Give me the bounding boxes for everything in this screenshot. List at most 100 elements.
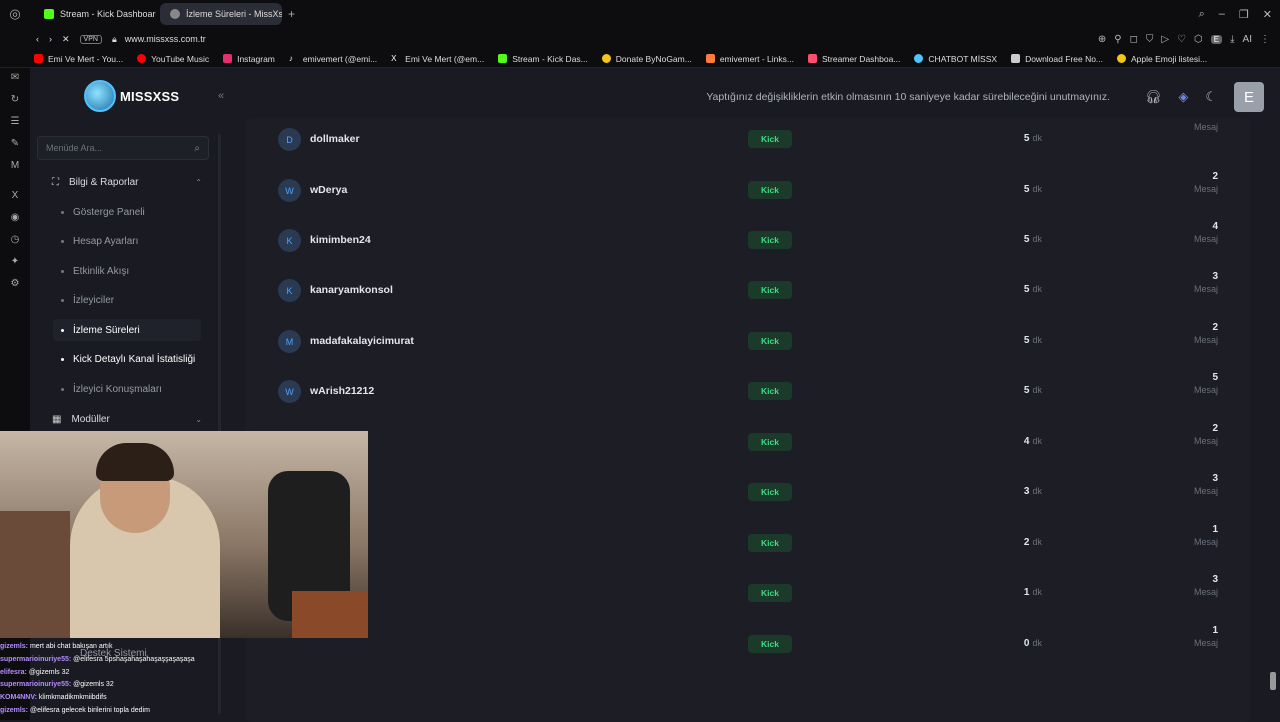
restore-icon[interactable]: ❐ bbox=[1239, 8, 1249, 21]
heart-icon[interactable]: ♡ bbox=[1177, 34, 1186, 45]
bullet-icon bbox=[61, 387, 64, 391]
sidebar-item-activity-feed[interactable]: Etkinlik Akışı bbox=[61, 260, 201, 282]
viewer-avatar: M bbox=[278, 330, 301, 353]
watch-duration: 4 dk bbox=[1006, 436, 1042, 447]
tab-kick-dashboard[interactable]: Stream - Kick Dashboard bbox=[34, 3, 156, 25]
new-tab-icon[interactable]: + bbox=[288, 7, 295, 21]
sidebar-item-account-settings[interactable]: Hesap Ayarları bbox=[61, 230, 201, 252]
message-value: 2 bbox=[1212, 322, 1218, 333]
x-icon: X bbox=[391, 54, 397, 63]
sidebar-item-dashboard[interactable]: Gösterge Paneli bbox=[61, 201, 201, 223]
download-site-icon bbox=[1011, 54, 1021, 63]
platform-badge: Kick bbox=[748, 635, 792, 653]
profile-e-icon[interactable]: E bbox=[1210, 34, 1223, 44]
play-icon[interactable]: ▷ bbox=[1161, 34, 1169, 45]
message-value: 3 bbox=[1212, 574, 1218, 585]
bookmark-item[interactable]: ♪ emivemert (@emi... bbox=[289, 54, 377, 64]
platform-badge: Kick bbox=[748, 584, 792, 602]
pin-icon[interactable]: ⚲ bbox=[1114, 34, 1121, 45]
puzzle-icon[interactable]: ✦ bbox=[11, 256, 19, 267]
close-window-icon[interactable]: ✕ bbox=[1263, 8, 1272, 21]
shield-icon[interactable]: ⛉ bbox=[1146, 34, 1154, 45]
record-icon[interactable]: ◉ bbox=[11, 212, 20, 223]
download-icon[interactable]: ⤓ bbox=[1230, 34, 1234, 45]
extensions-icon[interactable]: ⬡ bbox=[1194, 34, 1203, 45]
bookmark-item[interactable]: X Emi Ve Mert (@em... bbox=[391, 54, 484, 64]
chat-line: supermarioinuriye55: @elifesra 5pshaşaha… bbox=[0, 655, 195, 663]
ai-button[interactable]: AI bbox=[1243, 34, 1252, 45]
bookmark-item[interactable]: YouTube Music bbox=[137, 54, 209, 64]
duration-value: 5 bbox=[1023, 133, 1030, 144]
table-row: Mmadafakalayicimurat Kick 5 dk 2 Mesaj bbox=[246, 322, 1250, 377]
url-field[interactable]: www.missxss.com.tr bbox=[125, 34, 206, 44]
bookmark-item[interactable]: Download Free No... bbox=[1011, 54, 1103, 64]
bookmark-item[interactable]: Stream - Kick Das... bbox=[498, 54, 588, 64]
viewer-avatar: K bbox=[278, 229, 301, 252]
viewer-name: kanaryamkonsol bbox=[310, 284, 393, 296]
message-unit: Mesaj bbox=[1193, 486, 1218, 496]
bookmark-item[interactable]: Emi Ve Mert - You... bbox=[34, 54, 123, 64]
duration-value: 4 bbox=[1023, 436, 1030, 447]
vpn-badge[interactable]: VPN bbox=[79, 34, 102, 44]
more-icon[interactable]: ⋮ bbox=[1260, 34, 1270, 45]
duration-unit: dk bbox=[1032, 436, 1042, 446]
platform-badge: Kick bbox=[748, 433, 792, 451]
refresh-icon[interactable]: ↻ bbox=[11, 94, 19, 105]
reader-icon[interactable]: ☰ bbox=[11, 116, 20, 127]
discord-icon[interactable]: ◈ bbox=[1178, 89, 1188, 105]
mail-icon[interactable]: ✉ bbox=[11, 72, 19, 83]
x-icon[interactable]: X bbox=[12, 190, 19, 201]
logo[interactable]: MISSXSS bbox=[84, 80, 179, 112]
message-count: 1 Mesaj bbox=[1166, 524, 1218, 547]
m-icon[interactable]: M bbox=[11, 160, 19, 171]
headset-icon[interactable]: 🎧︎ bbox=[1145, 89, 1162, 105]
duration-unit: dk bbox=[1032, 638, 1042, 648]
sidebar-item-viewers[interactable]: İzleyiciler bbox=[61, 289, 201, 311]
sidebar-item-watch-times[interactable]: İzleme Süreleri bbox=[53, 319, 201, 341]
bookmark-item[interactable]: CHATBOT MİSSX bbox=[914, 54, 997, 64]
history-icon[interactable]: ◷ bbox=[11, 234, 20, 245]
duration-unit: dk bbox=[1032, 587, 1042, 597]
table-row: Kick 2 dk 1 Mesaj bbox=[246, 524, 1250, 579]
settings-icon[interactable]: ⚙ bbox=[11, 278, 20, 289]
sidebar-item-viewer-chats[interactable]: İzleyici Konuşmaları bbox=[61, 378, 201, 400]
avatar[interactable]: E bbox=[1234, 82, 1264, 112]
tab-izleme-sureleri[interactable]: İzleme Süreleri - MissXss × bbox=[160, 3, 282, 25]
page-scrollbar[interactable] bbox=[1270, 672, 1276, 690]
back-icon[interactable]: ‹ bbox=[36, 34, 39, 44]
bookmark-item[interactable]: Apple Emoji listesi... bbox=[1117, 54, 1207, 64]
bookmark-item[interactable]: Streamer Dashboa... bbox=[807, 54, 900, 64]
stop-icon[interactable]: ✕ bbox=[62, 34, 70, 45]
search-tabs-icon[interactable]: ⌕ bbox=[1199, 8, 1205, 21]
sidebar-section-modules[interactable]: ▦ Modüller ⌄ bbox=[52, 414, 202, 425]
zoom-icon[interactable]: ⊕ bbox=[1098, 34, 1106, 45]
minimize-icon[interactable]: – bbox=[1219, 8, 1225, 20]
menu-search-input[interactable]: Menüde Ara... ⌕ bbox=[37, 136, 209, 160]
sidebar-item-kick-stats[interactable]: Kick Detaylı Kanal İstatisliği bbox=[61, 348, 211, 370]
viewer-avatar: W bbox=[278, 380, 301, 403]
sidebar-section-reports[interactable]: ⛶ Bilgi & Raporlar ⌃ bbox=[52, 177, 202, 188]
viewer-avatar: K bbox=[278, 279, 301, 302]
collapse-sidebar-icon[interactable]: « bbox=[218, 90, 224, 102]
bookmark-item[interactable]: Donate ByNoGam... bbox=[601, 54, 692, 64]
message-value: 4 bbox=[1212, 221, 1218, 232]
webcam-overlay bbox=[0, 431, 368, 638]
address-bar-actions: ⊕ ⚲ ◻ ⛉ ▷ ♡ ⬡ E ⤓ AI ⋮ bbox=[1098, 28, 1270, 50]
snapshot-icon[interactable]: ◻ bbox=[1130, 34, 1138, 45]
youtube-music-icon bbox=[137, 54, 147, 63]
tiktok-icon: ♪ bbox=[288, 54, 293, 63]
notice-text: Yaptığınız değişikliklerin etkin olmasın… bbox=[706, 91, 1110, 103]
dark-mode-icon[interactable]: ☾ bbox=[1205, 89, 1217, 105]
section-label: Bilgi & Raporlar bbox=[69, 177, 139, 188]
browser-menu-icon[interactable]: ◎ bbox=[0, 6, 30, 22]
bookmark-item[interactable]: emivemert - Links... bbox=[705, 54, 794, 64]
viewer-name: wDerya bbox=[310, 184, 348, 196]
platform-badge: Kick bbox=[748, 231, 792, 249]
forward-icon[interactable]: › bbox=[49, 34, 52, 44]
message-value: 2 bbox=[1212, 171, 1218, 182]
bookmark-item[interactable]: Instagram bbox=[223, 54, 275, 64]
watch-duration: 5 dk bbox=[1006, 335, 1042, 346]
notes-icon[interactable]: ✎ bbox=[11, 138, 19, 149]
chevron-up-icon: ⌃ bbox=[195, 178, 202, 187]
table-row: WwDerya Kick 5 dk 2 Mesaj bbox=[246, 171, 1250, 226]
